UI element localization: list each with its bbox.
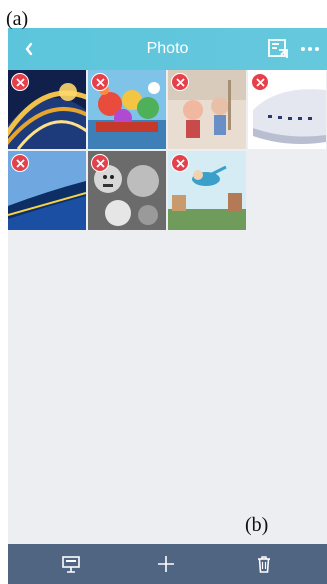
photo-thumbnail[interactable] [168,70,246,149]
remove-icon[interactable] [251,73,269,91]
remove-icon[interactable] [171,73,189,91]
presentation-button[interactable] [60,553,82,575]
photo-thumbnail[interactable] [8,151,86,230]
more-button[interactable] [297,38,323,60]
export-button[interactable] [267,38,289,60]
bottom-toolbar [8,544,327,584]
remove-icon[interactable] [91,154,109,172]
presentation-icon [62,556,80,573]
more-dots-icon [301,47,319,51]
photo-thumbnail[interactable] [88,70,166,149]
navigation-header: Photo [8,28,327,70]
remove-icon[interactable] [91,73,109,91]
photo-thumbnail[interactable] [88,151,166,230]
photo-thumbnail[interactable] [8,70,86,149]
add-button[interactable] [155,553,177,575]
chevron-left-icon [25,42,33,56]
remove-icon[interactable] [11,73,29,91]
back-button[interactable] [18,38,40,60]
remove-icon[interactable] [171,154,189,172]
trash-icon [258,556,270,573]
photo-thumbnail[interactable] [248,70,326,149]
photo-grid [8,70,326,230]
figure-label-b: (b) [245,514,269,536]
delete-button[interactable] [253,553,275,575]
export-icon [268,39,288,58]
photo-gallery [8,70,327,544]
page-title: Photo [146,40,189,57]
figure-label-a: (a) [6,8,29,30]
remove-icon[interactable] [11,154,29,172]
add-icon [158,556,174,572]
photo-thumbnail[interactable] [168,151,246,230]
